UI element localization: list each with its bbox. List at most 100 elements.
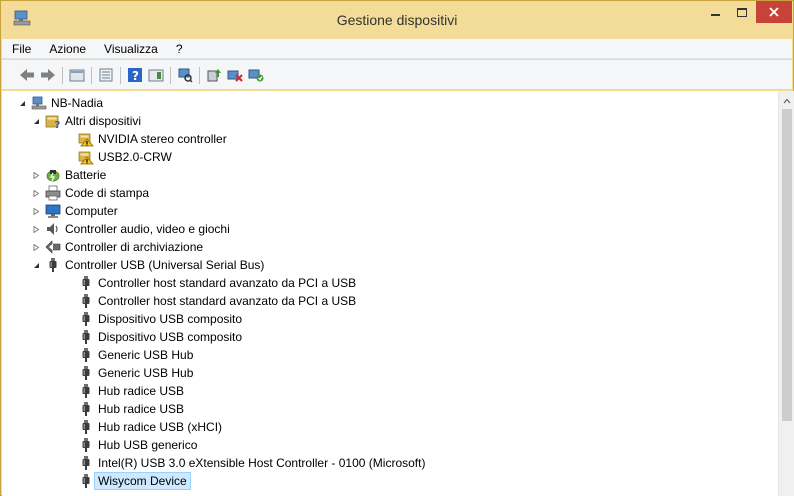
- menu-azione[interactable]: Azione: [39, 42, 94, 56]
- expanded-triangle-icon[interactable]: [33, 118, 40, 125]
- close-icon: [769, 7, 779, 17]
- enable-device-icon[interactable]: [248, 67, 264, 83]
- collapsed-triangle-icon[interactable]: [33, 208, 40, 215]
- update-driver-icon[interactable]: [206, 67, 222, 83]
- usb-plug-icon: [78, 419, 94, 435]
- tree-node-controller-audio-video-giochi[interactable]: Controller audio, video e giochi: [33, 220, 333, 238]
- usb-plug-icon: [78, 311, 94, 327]
- tree-node-usb-device[interactable]: Generic USB Hub: [78, 346, 478, 364]
- usb-plug-icon: [78, 329, 94, 345]
- tree-node-usb-device[interactable]: Controller host standard avanzato da PCI…: [78, 274, 478, 292]
- tree-node-usb-device[interactable]: Controller host standard avanzato da PCI…: [78, 292, 478, 310]
- usb-plug-icon: [45, 257, 61, 273]
- usb-plug-icon: [78, 437, 94, 453]
- printer-icon: [45, 185, 61, 201]
- vertical-scrollbar[interactable]: [778, 91, 794, 496]
- tree-node-label: NB-Nadia: [51, 96, 104, 110]
- uninstall-icon[interactable]: [227, 67, 243, 83]
- help-icon[interactable]: ?: [127, 67, 143, 83]
- usb-plug-icon: [78, 401, 94, 417]
- tree-node-label: Generic USB Hub: [98, 348, 194, 362]
- collapsed-triangle-icon[interactable]: [33, 190, 40, 197]
- tree-node-label: Controller host standard avanzato da PCI…: [98, 276, 357, 290]
- tree-node-label: Generic USB Hub: [98, 366, 194, 380]
- tree-node-label: Controller host standard avanzato da PCI…: [98, 294, 357, 308]
- tree-node-controller-di-archiviazione[interactable]: Controller di archiviazione: [33, 238, 333, 256]
- tree-node-usb-device[interactable]: Generic USB Hub: [78, 364, 478, 382]
- tree-node-usb-device[interactable]: Hub USB generico: [78, 436, 478, 454]
- maximize-icon: [737, 7, 747, 17]
- tree-node-label: USB2.0-CRW: [98, 150, 172, 164]
- tree-node-label: Controller USB (Universal Serial Bus): [65, 258, 265, 272]
- tree-node-altri-dispositivi[interactable]: Altri dispositivi: [33, 112, 283, 130]
- tree-node-usb-device[interactable]: Hub radice USB: [78, 400, 478, 418]
- scroll-up-button[interactable]: [779, 95, 794, 107]
- tree-node-usb-device[interactable]: Intel(R) USB 3.0 eXtensible Host Control…: [78, 454, 528, 472]
- tree-node-label: Altri dispositivi: [65, 114, 142, 128]
- tree-node-usb-device[interactable]: Dispositivo USB composito: [78, 310, 478, 328]
- expanded-triangle-icon[interactable]: [33, 262, 40, 269]
- toolbar-separator: [62, 67, 63, 84]
- toolbar-separator: [91, 67, 92, 84]
- tree-node-usb2-crw[interactable]: USB2.0-CRW: [78, 148, 378, 166]
- maximize-button[interactable]: [729, 1, 755, 23]
- usb-plug-icon: [78, 275, 94, 291]
- tree-node-wisycom-device[interactable]: Wisycom Device: [78, 472, 478, 490]
- close-button[interactable]: [756, 1, 792, 23]
- tree-node-computer[interactable]: Computer: [33, 202, 283, 220]
- list-view-icon[interactable]: [98, 67, 114, 83]
- battery-icon: [45, 167, 61, 183]
- usb-plug-icon: [78, 347, 94, 363]
- svg-text:?: ?: [132, 69, 139, 83]
- usb-plug-icon: [78, 383, 94, 399]
- tree-node-label-selected: Wisycom Device: [94, 472, 191, 490]
- toolbar-separator: [199, 67, 200, 84]
- forward-icon[interactable]: [40, 67, 56, 83]
- tree-node-label: Computer: [65, 204, 118, 218]
- back-icon[interactable]: [19, 67, 35, 83]
- usb-plug-icon: [78, 365, 94, 381]
- tree-node-nb-nadia[interactable]: NB-Nadia: [19, 94, 219, 112]
- menu-file[interactable]: File: [2, 42, 39, 56]
- tree-node-label: Code di stampa: [65, 186, 150, 200]
- tree-node-usb-device[interactable]: Hub radice USB: [78, 382, 478, 400]
- speaker-icon: [45, 221, 61, 237]
- minimize-button[interactable]: [702, 1, 728, 23]
- panel-icon[interactable]: [148, 67, 164, 83]
- tree-node-nvidia-stereo-controller[interactable]: NVIDIA stereo controller: [78, 130, 378, 148]
- scan-hardware-icon[interactable]: [177, 67, 193, 83]
- scrollbar-thumb[interactable]: [782, 109, 792, 421]
- menu-help[interactable]: ?: [166, 42, 191, 56]
- tree-node-controller-usb[interactable]: Controller USB (Universal Serial Bus): [33, 256, 383, 274]
- computer-icon: [45, 203, 61, 219]
- toolbar-separator: [120, 67, 121, 84]
- tree-node-label: Controller audio, video e giochi: [65, 222, 230, 236]
- usb-plug-icon: [78, 455, 94, 471]
- tree-node-batterie[interactable]: Batterie: [33, 166, 283, 184]
- device-tree[interactable]: NB-Nadia Altri dispositivi NVIDIA stereo…: [2, 91, 778, 496]
- warning-device-icon: [78, 149, 94, 165]
- menu-visualizza[interactable]: Visualizza: [94, 42, 166, 56]
- computer-host-icon: [31, 95, 47, 111]
- tree-node-usb-device[interactable]: Dispositivo USB composito: [78, 328, 478, 346]
- properties-sheet-icon[interactable]: [69, 67, 85, 83]
- toolbar-separator: [170, 67, 171, 84]
- window-title: Gestione dispositivi: [336, 12, 458, 28]
- tree-node-label: Controller di archiviazione: [65, 240, 204, 254]
- toolbar: ?: [2, 60, 792, 90]
- collapsed-triangle-icon[interactable]: [33, 226, 40, 233]
- collapsed-triangle-icon[interactable]: [33, 172, 40, 179]
- expanded-triangle-icon[interactable]: [19, 100, 26, 107]
- tree-node-label: NVIDIA stereo controller: [98, 132, 227, 146]
- tree-node-code-di-stampa[interactable]: Code di stampa: [33, 184, 283, 202]
- menu-bar: File Azione Visualizza ?: [2, 39, 792, 59]
- collapsed-triangle-icon[interactable]: [33, 244, 40, 251]
- title-bar[interactable]: Gestione dispositivi: [1, 1, 793, 39]
- unknown-device-icon: [45, 113, 61, 129]
- tree-node-label: Hub radice USB: [98, 402, 185, 416]
- usb-plug-icon: [78, 293, 94, 309]
- tree-node-usb-device[interactable]: Hub radice USB (xHCI): [78, 418, 478, 436]
- minimize-icon: [710, 14, 720, 16]
- tree-node-label: Dispositivo USB composito: [98, 330, 243, 344]
- device-manager-window: Gestione dispositivi File Azione Visuali…: [0, 0, 794, 496]
